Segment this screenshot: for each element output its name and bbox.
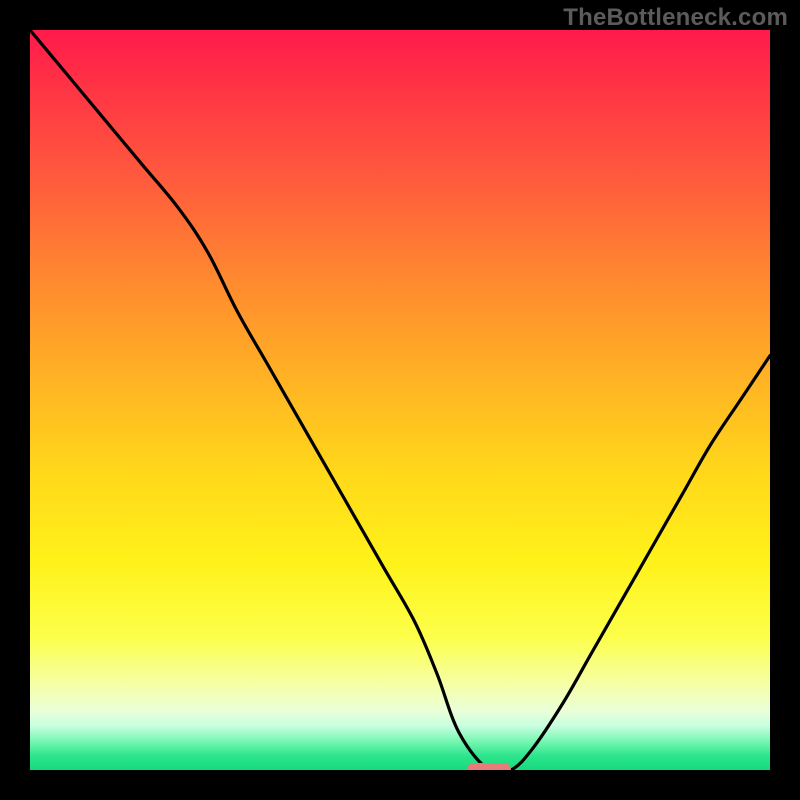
plot-area	[30, 30, 770, 770]
curve-layer	[30, 30, 770, 770]
chart-frame: TheBottleneck.com	[0, 0, 800, 800]
bottleneck-curve	[30, 30, 770, 770]
watermark-text: TheBottleneck.com	[563, 4, 788, 32]
optimal-marker	[467, 763, 511, 770]
